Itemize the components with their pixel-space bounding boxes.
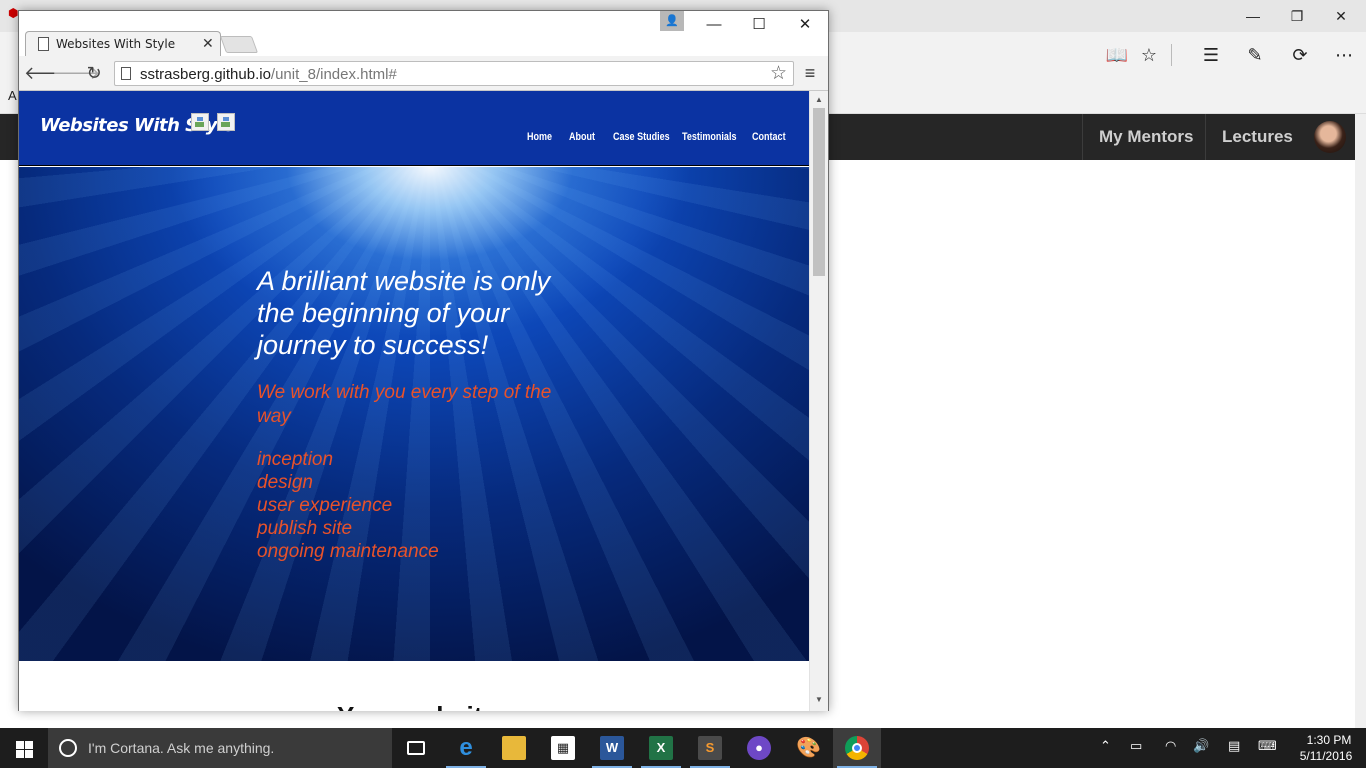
share-icon[interactable]: ⟳ — [1286, 42, 1314, 68]
reload-icon[interactable]: ↻ — [82, 61, 106, 85]
address-bar[interactable]: sstrasberg.github.io/unit_8/index.html# … — [114, 61, 794, 86]
taskbar-chrome[interactable] — [833, 728, 881, 768]
edge-scrollbar[interactable] — [1355, 114, 1366, 728]
edge-tab-icon[interactable]: ⬢ — [8, 6, 18, 20]
volume-icon[interactable]: 🔊 — [1193, 738, 1209, 754]
task-view-button[interactable] — [392, 728, 440, 768]
nav-home[interactable]: Home — [527, 131, 552, 143]
taskbar-word[interactable]: W — [588, 728, 636, 768]
site-header: Websites With Style Home About Case Stud… — [19, 91, 809, 166]
new-tab-button[interactable] — [219, 36, 259, 53]
chrome-minimize-button[interactable]: — — [691, 11, 737, 39]
folder-icon — [502, 736, 526, 760]
hub-icon[interactable]: ☰ — [1197, 42, 1225, 68]
taskbar-store[interactable]: ▦ — [539, 728, 587, 768]
battery-icon[interactable]: ▭ — [1130, 738, 1142, 754]
taskbar-sublime-text[interactable]: S — [686, 728, 734, 768]
windows-logo-icon — [16, 741, 24, 749]
list-item: ongoing maintenance — [257, 541, 439, 562]
list-item: inception — [257, 449, 334, 470]
page-info-icon[interactable] — [121, 67, 131, 80]
url-text: sstrasberg.github.io/unit_8/index.html# — [140, 66, 397, 83]
process-steps: inception design user experience publish… — [257, 448, 439, 563]
chrome-icon — [845, 736, 869, 760]
more-icon[interactable]: ⋯ — [1330, 42, 1358, 68]
person-icon: 👤 — [665, 15, 679, 27]
edge-minimize-button[interactable]: — — [1230, 0, 1276, 32]
windows-logo-icon — [25, 741, 33, 749]
taskbar-github[interactable]: ● — [735, 728, 783, 768]
edge-restore-button[interactable]: ❐ — [1274, 0, 1320, 32]
scroll-down-icon[interactable]: ▼ — [815, 695, 823, 704]
edge-icon: e — [459, 734, 473, 761]
page-scrollbar[interactable]: ▲ ▼ — [809, 91, 828, 711]
toolbar-divider — [1171, 44, 1172, 66]
windows-logo-icon — [16, 750, 24, 758]
broken-image-icon — [217, 113, 235, 131]
profile-button[interactable]: 👤 — [660, 11, 684, 31]
sublime-text-icon: S — [698, 736, 722, 760]
windows-logo-icon — [25, 750, 33, 758]
nav-lectures[interactable]: Lectures — [1205, 114, 1309, 160]
broken-image-icon — [191, 113, 209, 131]
taskbar-file-explorer[interactable] — [490, 728, 538, 768]
taskbar: I'm Cortana. Ask me anything. e ▦ W X S … — [0, 728, 1366, 768]
show-hidden-icons-icon[interactable]: ⌃ — [1100, 738, 1111, 754]
nav-about[interactable]: About — [569, 131, 595, 143]
edge-close-button[interactable]: ✕ — [1318, 0, 1364, 32]
store-icon: ▦ — [551, 736, 575, 760]
page-icon — [38, 37, 49, 51]
task-view-icon — [407, 741, 425, 755]
chrome-tabstrip: 👤 — ☐ ✕ Websites With Style ✕ — [19, 11, 828, 57]
paint-palette-icon: 🎨 — [796, 737, 821, 759]
action-center-icon[interactable]: ▤ — [1228, 738, 1240, 754]
scrollbar-thumb[interactable] — [813, 108, 825, 276]
hero-subtitle: We work with you every step of the way — [257, 382, 552, 427]
chrome-toolbar: 🡐 🡒 ↻ sstrasberg.github.io/unit_8/index.… — [19, 56, 828, 91]
hero-title: A brilliant website is only the beginnin… — [257, 266, 551, 360]
favorites-bar-fragment[interactable]: A — [8, 88, 17, 103]
github-icon: ● — [747, 736, 771, 760]
user-avatar[interactable] — [1314, 121, 1346, 153]
chrome-window: 👤 — ☐ ✕ Websites With Style ✕ 🡐 🡒 ↻ sstr… — [18, 10, 829, 711]
cortana-icon — [59, 739, 77, 757]
nav-contact[interactable]: Contact — [752, 131, 786, 143]
keyboard-icon[interactable]: ⌨ — [1258, 738, 1277, 754]
cortana-search-box[interactable]: I'm Cortana. Ask me anything. — [48, 728, 392, 768]
taskbar-paint[interactable]: 🎨 — [784, 728, 832, 768]
taskbar-edge[interactable]: e — [442, 728, 490, 768]
list-item: design — [257, 472, 313, 493]
chrome-maximize-button[interactable]: ☐ — [736, 11, 782, 39]
bookmark-star-icon[interactable]: ☆ — [770, 62, 787, 85]
clock-date[interactable]: 5/11/2016 — [1296, 749, 1356, 763]
cortana-placeholder: I'm Cortana. Ask me anything. — [88, 740, 275, 756]
wifi-icon[interactable]: ◠ — [1165, 738, 1176, 754]
nav-testimonials[interactable]: Testimonials — [682, 131, 736, 143]
tab-websites-with-style[interactable]: Websites With Style ✕ — [25, 31, 221, 57]
word-icon: W — [600, 736, 624, 760]
list-item: publish site — [257, 518, 353, 539]
taskbar-excel[interactable]: X — [637, 728, 685, 768]
start-button[interactable] — [0, 728, 48, 768]
nav-my-mentors[interactable]: My Mentors — [1082, 114, 1209, 160]
favorites-star-icon[interactable]: ☆ — [1135, 42, 1163, 68]
hero-banner: A brilliant website is only the beginnin… — [19, 167, 809, 661]
section-heading: Your website — [337, 701, 497, 711]
excel-icon: X — [649, 736, 673, 760]
url-host: sstrasberg.github.io — [140, 66, 271, 83]
page-viewport: Websites With Style Home About Case Stud… — [19, 91, 809, 711]
chrome-close-button[interactable]: ✕ — [782, 11, 828, 39]
scroll-up-icon[interactable]: ▲ — [815, 95, 823, 104]
web-note-icon[interactable]: ✎ — [1241, 42, 1269, 68]
clock-time[interactable]: 1:30 PM — [1304, 733, 1354, 747]
reading-view-icon[interactable]: 📖 — [1103, 42, 1131, 68]
tab-title: Websites With Style — [56, 37, 176, 51]
chrome-menu-icon[interactable]: ≡ — [801, 63, 819, 83]
nav-case-studies[interactable]: Case Studies — [613, 131, 670, 143]
tab-close-icon[interactable]: ✕ — [202, 35, 214, 52]
url-path: /unit_8/index.html# — [270, 66, 397, 83]
back-icon[interactable]: 🡐 — [24, 61, 72, 85]
forward-icon[interactable]: 🡒 — [52, 61, 100, 85]
list-item: user experience — [257, 495, 393, 516]
